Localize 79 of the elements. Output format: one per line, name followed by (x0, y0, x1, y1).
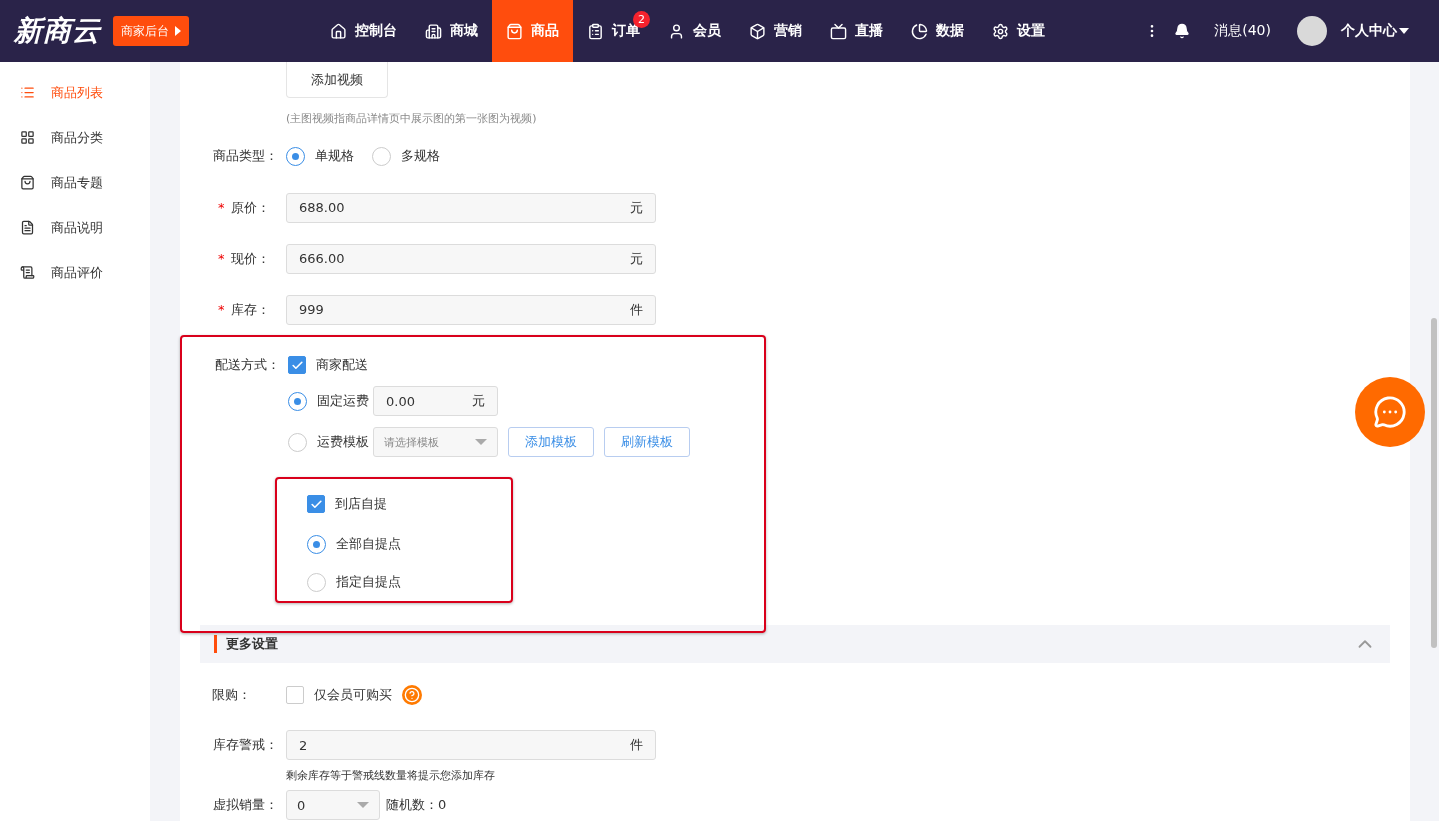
sidebar-item[interactable]: 商品评价 (0, 250, 150, 295)
option-label: 固定运费 (317, 392, 369, 410)
option-label: 仅会员可购买 (314, 686, 392, 704)
option-label: 运费模板 (317, 433, 369, 451)
required-mark: * (218, 200, 225, 215)
avatar[interactable] (1297, 16, 1327, 46)
section-title: 更多设置 (214, 635, 278, 653)
input-field[interactable]: 688.00 元 (286, 192, 656, 223)
box-icon (749, 22, 766, 40)
grid-icon (20, 130, 35, 145)
field-label: 现价： (230, 249, 270, 268)
video-hint: (主图视频指商品详情页中展示图的第一张图为视频) (286, 110, 537, 126)
option-label: 到店自提 (335, 495, 387, 513)
required-mark: * (218, 251, 225, 266)
template-button[interactable]: 刷新模板 (604, 427, 690, 457)
option-label: 商家配送 (316, 356, 368, 374)
option-label: 全部自提点 (336, 535, 401, 553)
logo: 新商云 (14, 13, 101, 49)
radio-button[interactable] (372, 146, 391, 166)
messages-link[interactable]: 消息(40) (1214, 22, 1271, 40)
template-select[interactable]: 请选择模板 (373, 427, 498, 457)
radio-button[interactable] (307, 534, 326, 554)
pie-chart-icon (911, 22, 928, 40)
field-label: 原价： (230, 198, 270, 217)
radio-button[interactable] (288, 391, 307, 411)
input-field[interactable]: 0.00 元 (373, 386, 498, 416)
field-label: 库存警戒： (212, 736, 279, 754)
settings-icon (992, 22, 1009, 40)
template-button[interactable]: 添加模板 (508, 427, 594, 457)
check-icon (290, 358, 304, 372)
building-icon (425, 22, 442, 40)
scrollbar[interactable] (1431, 318, 1437, 648)
field-label: 配送方式： (214, 356, 281, 374)
input-field[interactable]: 666.00 元 (286, 243, 656, 274)
sidebar-item[interactable]: 商品分类 (0, 115, 150, 160)
field-label: 限购： (211, 686, 252, 704)
scroll-icon (20, 265, 35, 280)
clipboard-icon (587, 22, 604, 40)
chat-icon (1373, 395, 1407, 429)
input-field[interactable]: 2 件 (286, 730, 656, 760)
option-label: 多规格 (401, 147, 440, 165)
user-icon (668, 22, 685, 40)
checkbox[interactable] (286, 686, 304, 704)
sales-select[interactable]: 0 (286, 790, 380, 820)
nav-tab[interactable]: 直播 (816, 0, 897, 62)
bag-icon (506, 22, 523, 40)
radio-button[interactable] (307, 572, 326, 592)
field-label: 库存： (230, 300, 270, 319)
section-header[interactable]: 更多设置 (200, 625, 1390, 663)
bell-icon[interactable] (1174, 23, 1191, 39)
checkbox[interactable] (288, 356, 306, 374)
field-hint: 剩余库存等于警戒线数量将提示您添加库存 (286, 767, 495, 783)
help-icon[interactable] (402, 685, 422, 705)
tv-icon (830, 22, 847, 40)
option-label: 单规格 (315, 147, 354, 165)
nav-tab[interactable]: 会员 (654, 0, 735, 62)
option-label: 指定自提点 (336, 573, 401, 591)
nav-tab[interactable]: 数据 (897, 0, 978, 62)
bag-icon (20, 175, 35, 190)
field-label: 虚拟销量： (212, 796, 279, 814)
nav-tab[interactable]: 商城 (411, 0, 492, 62)
add-video-button[interactable]: 添加视频 (286, 62, 388, 98)
list-icon (20, 85, 35, 100)
nav-tab[interactable]: 营销 (735, 0, 816, 62)
check-icon (309, 497, 323, 511)
home-icon (330, 22, 347, 40)
field-label: 商品类型： (212, 147, 279, 165)
user-menu[interactable]: 个人中心 (1341, 22, 1409, 40)
sidebar-item[interactable]: 商品专题 (0, 160, 150, 205)
document-icon (20, 220, 35, 235)
sidebar-item[interactable]: 商品说明 (0, 205, 150, 250)
required-mark: * (218, 302, 225, 317)
radio-button[interactable] (288, 432, 307, 452)
checkbox[interactable] (307, 495, 325, 513)
nav-tab[interactable]: 设置 (978, 0, 1059, 62)
random-number: 随机数：0 (386, 796, 447, 814)
input-field[interactable]: 999 件 (286, 294, 656, 325)
nav-tab[interactable]: 控制台 (316, 0, 411, 62)
radio-button[interactable] (286, 146, 305, 166)
